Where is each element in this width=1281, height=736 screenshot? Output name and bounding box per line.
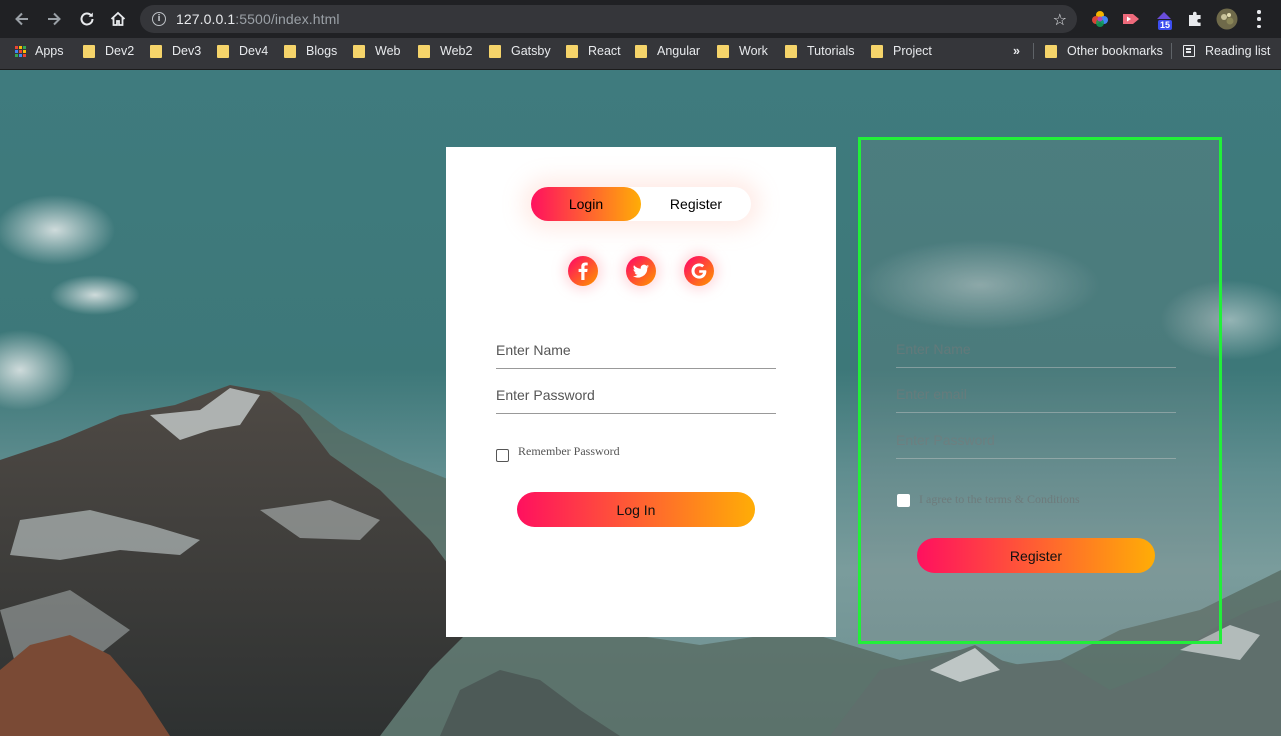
bookmark-label: Gatsby [511,44,551,58]
register-submit-button[interactable]: Register [917,538,1155,573]
login-password-input[interactable] [496,376,776,414]
bookmark-label: Web [375,44,401,58]
bookmark-folder-tutorials[interactable]: Tutorials [785,38,854,64]
forward-arrow-icon [48,12,61,26]
register-password-input[interactable] [896,421,1176,459]
bookmark-apps[interactable]: Apps [15,38,64,64]
bookmark-label: Blogs [306,44,338,58]
reload-icon [80,12,94,26]
bookmark-folder-work[interactable]: Work [717,38,768,64]
folder-icon [717,44,729,58]
register-form-panel: I agree to the terms & Conditions Regist… [858,137,1222,644]
bookmark-label: Dev2 [105,44,135,58]
bookmark-label: Angular [657,44,701,58]
twitter-icon [633,264,649,278]
bookmark-folder-react[interactable]: React [566,38,621,64]
bookmark-label: Project [893,44,932,58]
bookmark-folder-web2[interactable]: Web2 [418,38,472,64]
remember-password-label: Remember Password [518,444,620,458]
bookmarks-divider [1033,43,1034,59]
remember-password-checkbox[interactable] [496,449,509,462]
folder-icon [1045,44,1057,58]
color-wheel-extension-icon[interactable] [1090,9,1110,29]
bookmark-folder-angular[interactable]: Angular [635,38,700,64]
google-button[interactable] [684,256,714,286]
bookmark-label: Work [739,44,768,58]
site-info-icon[interactable]: i [152,12,166,26]
form-toggle: Login Register [531,187,751,221]
folder-icon [150,44,162,58]
bookmarks-overflow-button[interactable]: » [1013,38,1020,64]
bookmarks-divider [1171,43,1172,59]
bookmark-label: Tutorials [807,44,855,58]
url-path: :5500/index.html [235,11,340,27]
terms-label: I agree to the terms & Conditions [919,492,1080,506]
apps-grid-icon [15,45,26,57]
bookmarks-bar: Apps Dev2 Dev3 Dev4 Blogs Web Web2 Gatsb… [0,38,1281,70]
folder-icon [418,44,430,58]
bookmark-label: React [588,44,621,58]
bookmark-folder-project[interactable]: Project [871,38,932,64]
google-icon [691,263,707,279]
bookmark-folder-dev4[interactable]: Dev4 [217,38,268,64]
folder-icon [284,44,296,58]
home-icon [110,11,126,26]
folder-icon [83,44,95,58]
home-button[interactable] [106,7,130,31]
facebook-icon [578,262,588,280]
extension-badge: 15 [1158,20,1173,30]
extensions-puzzle-icon[interactable] [1185,9,1205,29]
bookmark-label: Web2 [440,44,473,58]
video-extension-icon[interactable] [1121,9,1141,29]
bookmark-folder-dev3[interactable]: Dev3 [150,38,201,64]
register-tab-button[interactable]: Register [641,187,751,221]
browser-toolbar: i 127.0.0.1:5500/index.html ☆ 15 [0,0,1281,38]
register-name-input[interactable] [896,330,1176,368]
login-name-input[interactable] [496,331,776,369]
bookmark-folder-blogs[interactable]: Blogs [284,38,337,64]
url-host: 127.0.0.1 [176,11,236,27]
reload-button[interactable] [75,7,99,31]
reading-list-button[interactable]: Reading list [1183,38,1270,64]
forward-button[interactable] [42,7,66,31]
chevron-double-right-icon: » [1013,44,1020,58]
folder-icon [489,44,501,58]
bookmark-other-bookmarks[interactable]: Other bookmarks [1045,38,1163,64]
bookmark-label: Apps [35,44,64,58]
bookmark-label: Dev3 [172,44,202,58]
page-viewport: Login Register Remember Password Log In [0,70,1281,736]
terms-checkbox[interactable] [897,494,910,507]
profile-avatar-icon[interactable] [1216,8,1238,30]
register-email-input[interactable] [896,375,1176,413]
address-bar[interactable]: i 127.0.0.1:5500/index.html ☆ [140,5,1077,33]
bookmark-label: Dev4 [239,44,269,58]
facebook-button[interactable] [568,256,598,286]
url-text: 127.0.0.1:5500/index.html [176,11,340,27]
reading-list-label: Reading list [1205,44,1271,58]
twitter-button[interactable] [626,256,656,286]
browser-menu-icon[interactable] [1256,10,1262,28]
reading-list-icon [1183,45,1195,57]
login-card: Login Register Remember Password Log In [446,147,836,637]
folder-icon [785,44,797,58]
folder-icon [566,44,578,58]
back-button[interactable] [10,7,34,31]
folder-icon [353,44,365,58]
login-submit-button[interactable]: Log In [517,492,755,527]
bookmark-folder-web[interactable]: Web [353,38,400,64]
bookmark-label: Other bookmarks [1067,44,1163,58]
login-tab-button[interactable]: Login [531,187,641,221]
bookmark-folder-dev2[interactable]: Dev2 [83,38,134,64]
folder-icon [217,44,229,58]
bookmark-star-icon[interactable]: ☆ [1053,10,1067,29]
back-arrow-icon [15,12,28,26]
bookmark-folder-gatsby[interactable]: Gatsby [489,38,551,64]
folder-icon [635,44,647,58]
folder-icon [871,44,883,58]
